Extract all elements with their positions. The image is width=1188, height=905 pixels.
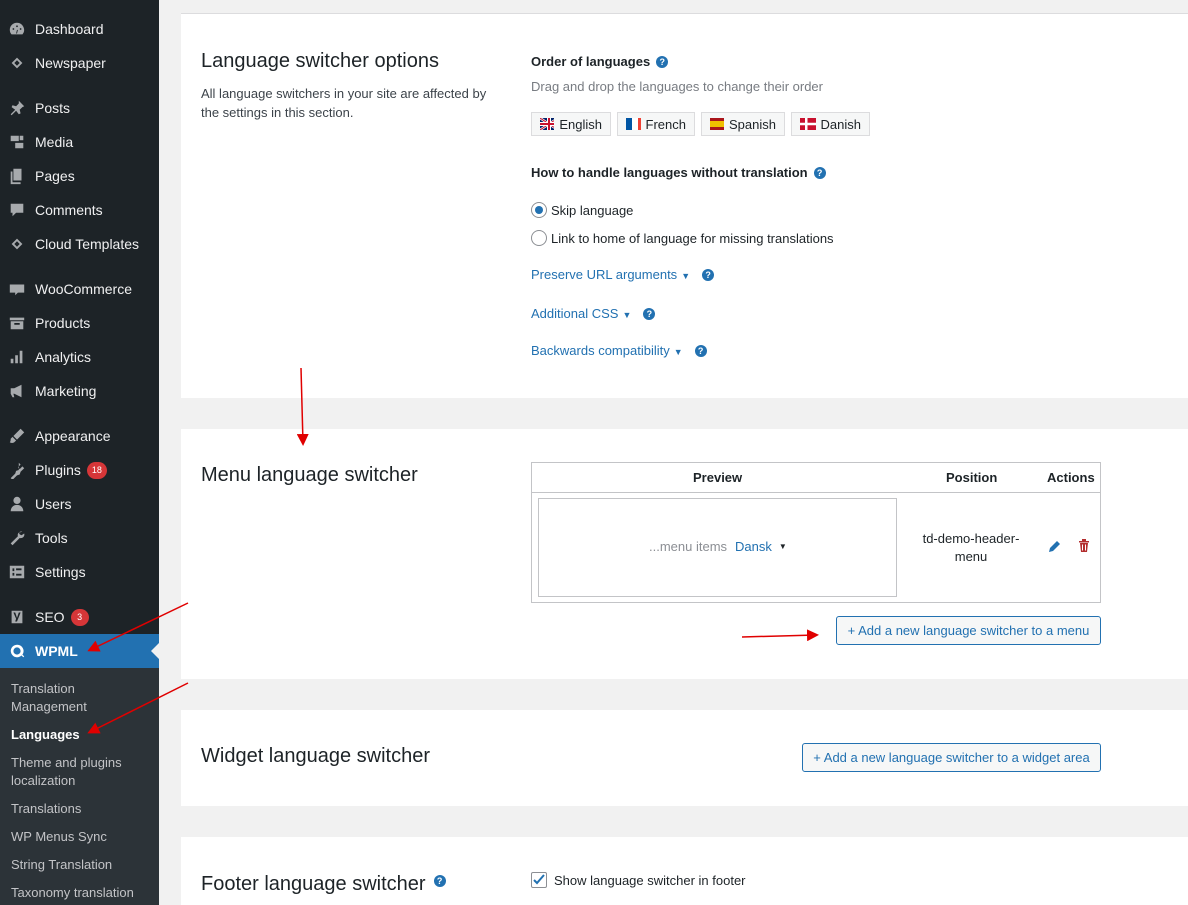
arrow-to-languages (87, 682, 189, 734)
arrow-to-wpml (87, 602, 189, 652)
arrow-to-menu-switcher (296, 367, 309, 446)
arrow-to-add-menu-button (741, 629, 819, 642)
annotation-arrows (87, 367, 819, 734)
